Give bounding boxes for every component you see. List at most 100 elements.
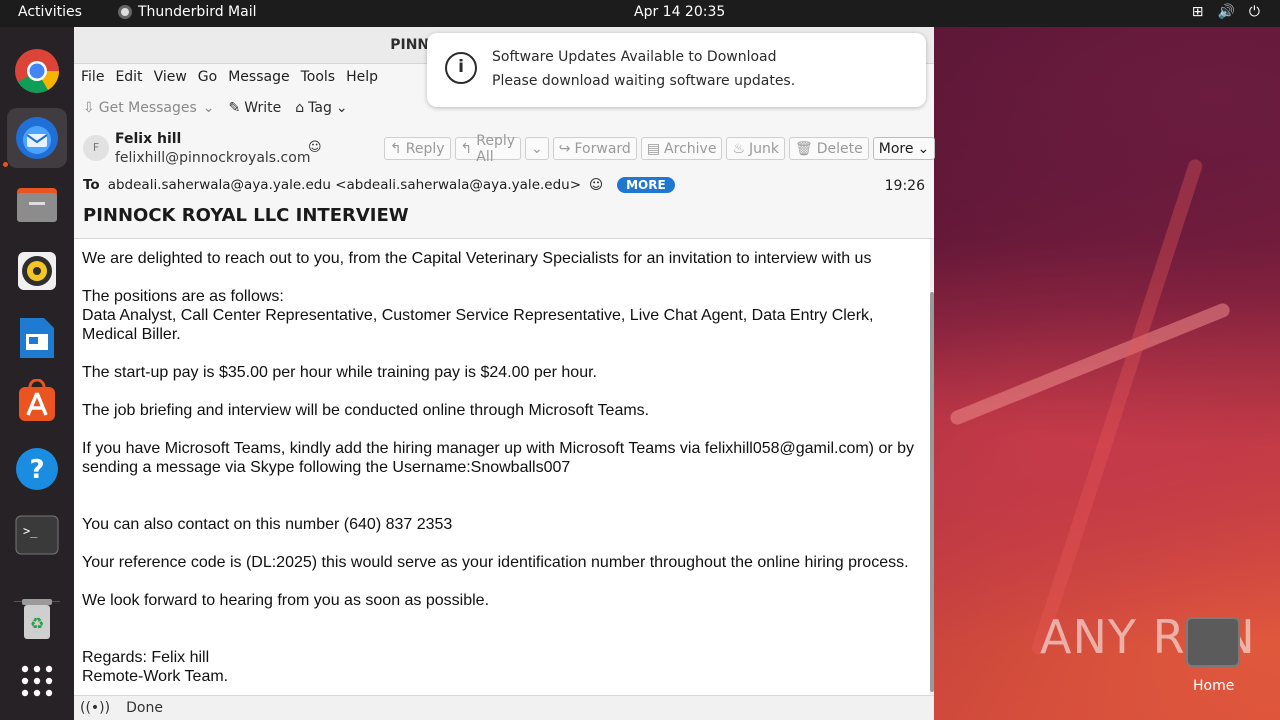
- app-center-icon[interactable]: [13, 377, 61, 425]
- message-window: PINNOCK ROYAL File Edit View Go Message …: [74, 27, 936, 720]
- menu-message[interactable]: Message: [228, 65, 296, 91]
- reply-label: Reply: [405, 140, 445, 157]
- junk-label: Junk: [749, 140, 779, 157]
- notification-title: Software Updates Available to Download: [492, 49, 777, 65]
- thunderbird-icon[interactable]: [7, 108, 67, 168]
- menu-view[interactable]: View: [154, 65, 194, 91]
- junk-button[interactable]: ♨ Junk: [726, 137, 785, 160]
- body-line: You can also contact on this number (640…: [82, 516, 453, 533]
- sender-name[interactable]: Felix hill: [115, 131, 181, 147]
- top-bar: Activities Thunderbird Mail Apr 14 20:35…: [0, 0, 1280, 27]
- svg-text:♻: ♻: [30, 614, 44, 633]
- app-name: Thunderbird Mail: [138, 4, 257, 20]
- notification-body: Please download waiting software updates…: [492, 73, 796, 89]
- body-line: [82, 420, 922, 439]
- apps-grid-icon[interactable]: [13, 657, 61, 705]
- body-line: The start-up pay is $35.00 per hour whil…: [82, 364, 597, 381]
- body-line: [82, 382, 922, 401]
- avatar: F: [83, 135, 109, 161]
- download-icon: ⇩: [83, 100, 95, 116]
- write-button[interactable]: ✎ Write: [229, 100, 282, 116]
- more-label: More: [878, 140, 914, 157]
- power-icon[interactable]: ⏻: [1249, 4, 1260, 20]
- more-recipients-badge[interactable]: MORE: [617, 177, 675, 193]
- message-subject: PINNOCK ROYAL LLC INTERVIEW: [83, 205, 409, 226]
- body-line: [82, 534, 922, 553]
- tag-label: Tag: [308, 100, 332, 116]
- body-line: [82, 572, 922, 591]
- home-folder-icon[interactable]: [1186, 617, 1240, 667]
- pencil-icon: ✎: [228, 100, 241, 116]
- delete-label: Delete: [816, 140, 863, 157]
- get-messages-dropdown[interactable]: ⌄: [203, 100, 215, 116]
- chrome-icon[interactable]: [13, 47, 61, 95]
- writer-icon[interactable]: [13, 314, 61, 362]
- app-menu[interactable]: Thunderbird Mail: [118, 4, 257, 20]
- reply-all-icon: ↰: [460, 140, 473, 157]
- recipient-address[interactable]: abdeali.saherwala@aya.yale.edu <abdeali.…: [108, 177, 581, 193]
- reply-icon: ↰: [390, 140, 402, 157]
- volume-icon[interactable]: 🔊: [1217, 4, 1234, 20]
- add-contact-icon[interactable]: ☺: [589, 177, 603, 193]
- menu-tools[interactable]: Tools: [301, 65, 343, 91]
- menu-help[interactable]: Help: [346, 65, 385, 91]
- reply-all-button[interactable]: ↰ Reply All: [454, 133, 522, 165]
- tag-button[interactable]: ⌂ Tag ⌄: [295, 100, 347, 116]
- to-label: To: [83, 177, 100, 193]
- body-line: The positions are as follows:: [82, 288, 284, 305]
- chevron-down-icon: ⌄: [531, 140, 543, 157]
- clock[interactable]: Apr 14 20:35: [634, 4, 725, 20]
- home-label[interactable]: Home: [1193, 678, 1234, 694]
- archive-button[interactable]: ▤ Archive: [640, 137, 723, 160]
- flame-icon: ♨: [732, 140, 745, 157]
- body-line: [82, 629, 922, 648]
- rhythmbox-icon[interactable]: [13, 247, 61, 295]
- trash-small-icon: 🗑: [794, 140, 813, 157]
- scrollbar-thumb[interactable]: [930, 292, 934, 692]
- recipient-row: To abdeali.saherwala@aya.yale.edu <abdea…: [83, 177, 675, 193]
- terminal-icon[interactable]: >_: [13, 511, 61, 559]
- body-line: We look forward to hearing from you as s…: [82, 592, 490, 609]
- delete-button[interactable]: 🗑 Delete: [788, 137, 869, 160]
- status-bar: ((•)) Done: [74, 695, 934, 720]
- help-icon[interactable]: ?: [13, 445, 61, 493]
- forward-button[interactable]: ↪ Forward: [552, 137, 637, 160]
- body-line: Medical Biller.: [82, 326, 181, 343]
- message-header: F Felix hill felixhill@pinnockroyals.com…: [74, 127, 936, 239]
- update-notification[interactable]: i Software Updates Available to Download…: [427, 33, 926, 107]
- wallpaper-stripe: [1029, 157, 1205, 657]
- get-messages-label: Get Messages: [98, 100, 197, 116]
- chevron-down-icon: ⌄: [202, 100, 215, 116]
- message-time: 19:26: [884, 178, 925, 194]
- archive-icon: ▤: [646, 140, 661, 157]
- more-button[interactable]: More ⌄: [872, 137, 936, 160]
- system-tray[interactable]: ⊞ 🔊 ⏻: [1192, 4, 1260, 20]
- trash-icon[interactable]: ♻: [13, 595, 61, 643]
- files-icon[interactable]: [13, 180, 61, 228]
- chevron-down-icon: ⌄: [335, 100, 348, 116]
- body-line: [82, 344, 922, 363]
- reply-all-dropdown[interactable]: ⌄: [525, 137, 549, 160]
- svg-text:>_: >_: [23, 524, 38, 538]
- forward-label: Forward: [574, 140, 631, 157]
- reply-button[interactable]: ↰ Reply: [384, 137, 451, 160]
- add-contact-icon[interactable]: ☺: [308, 140, 322, 155]
- menu-file[interactable]: File: [81, 65, 111, 91]
- body-line: Your reference code is (DL:2025) this wo…: [82, 554, 909, 571]
- sender-email[interactable]: felixhill@pinnockroyals.com: [115, 150, 310, 166]
- message-body[interactable]: We are delighted to reach out to you, fr…: [74, 239, 930, 695]
- get-messages-button[interactable]: ⇩ Get Messages: [83, 100, 197, 116]
- tag-icon: ⌂: [295, 100, 305, 116]
- body-line: Data Analyst, Call Center Representative…: [82, 307, 874, 324]
- activities-button[interactable]: Activities: [18, 4, 82, 20]
- info-icon: i: [445, 52, 477, 84]
- network-icon[interactable]: ⊞: [1192, 4, 1204, 20]
- svg-text:?: ?: [29, 455, 44, 485]
- menu-go[interactable]: Go: [198, 65, 224, 91]
- reply-all-label: Reply All: [476, 132, 516, 165]
- chevron-down-icon: ⌄: [917, 140, 930, 157]
- activity-icon[interactable]: ((•)): [80, 700, 110, 716]
- thunderbird-small-icon: [118, 5, 132, 19]
- menu-edit[interactable]: Edit: [115, 65, 149, 91]
- dock: ? >_ ♻: [0, 27, 74, 720]
